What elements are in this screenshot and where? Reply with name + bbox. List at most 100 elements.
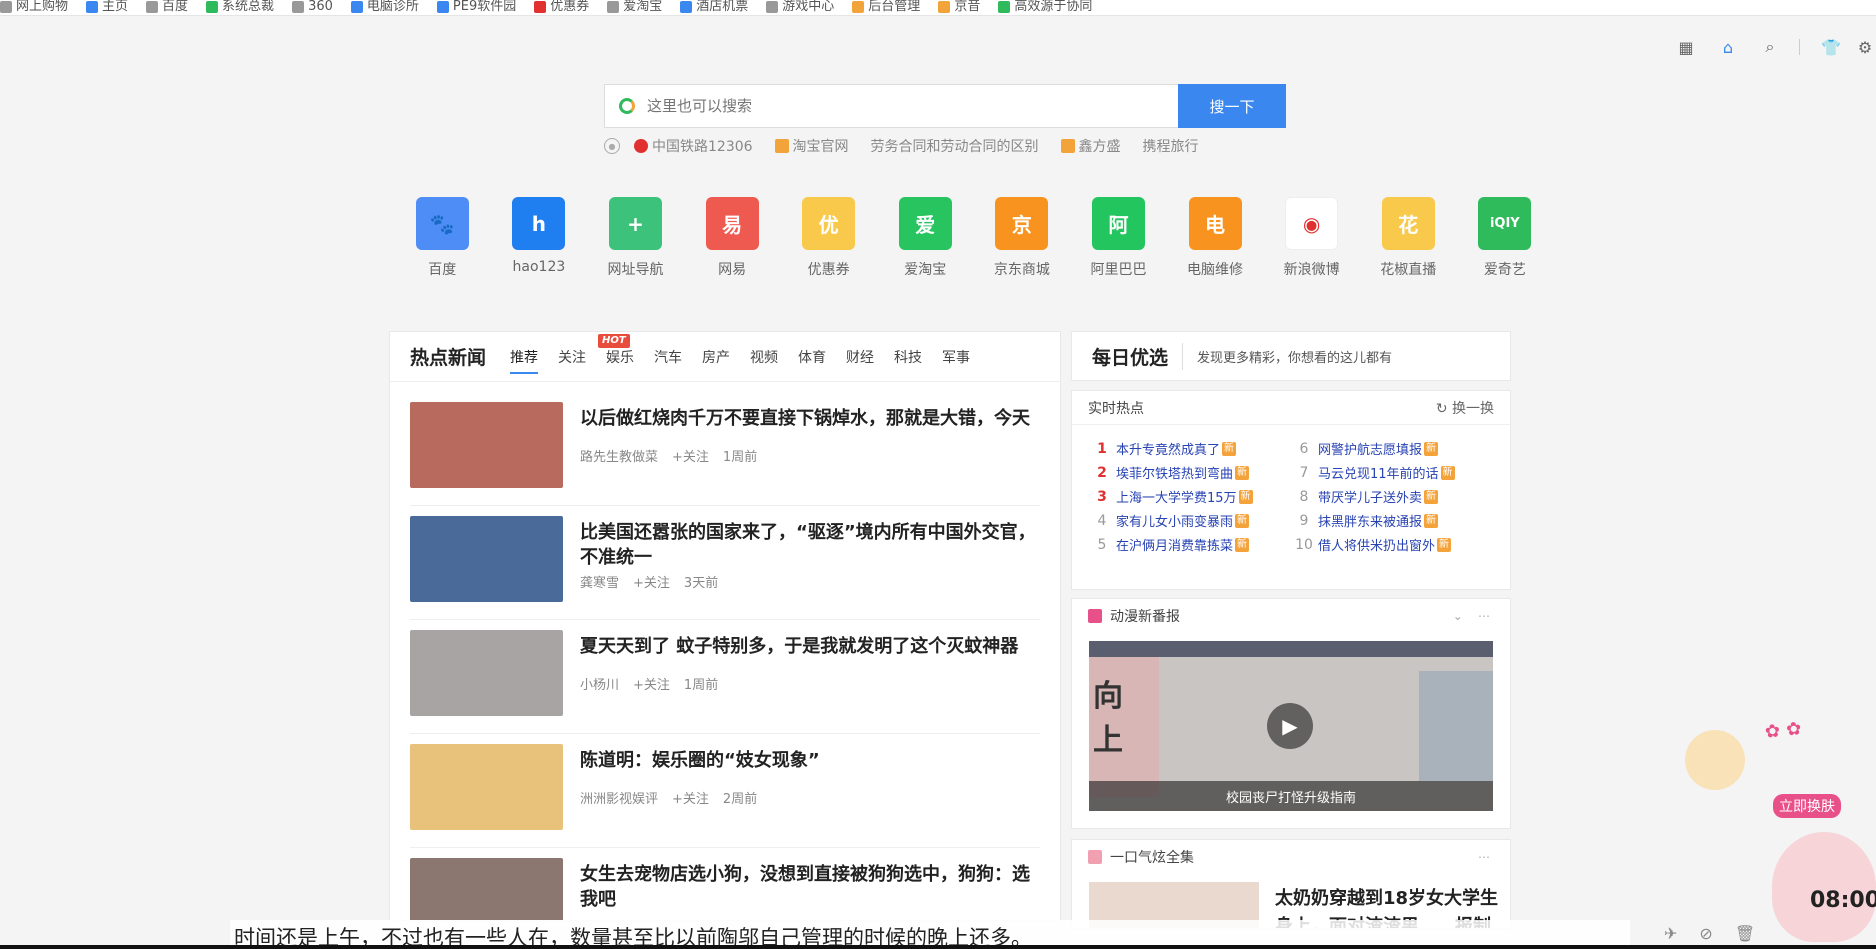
news-tab[interactable]: 娱乐 HOT bbox=[598, 332, 634, 382]
bookmark-item[interactable]: PE9软件园 bbox=[436, 0, 516, 14]
news-tab[interactable]: 关注 bbox=[558, 332, 586, 382]
bookmark-icon bbox=[998, 1, 1011, 13]
hot-item[interactable]: 6 网警护航志愿填报新 bbox=[1294, 439, 1439, 458]
hot-item[interactable]: 1 本升专竟然成真了新 bbox=[1092, 439, 1237, 458]
search-icon[interactable]: ⌕ bbox=[1759, 36, 1781, 58]
bookmark-item[interactable]: 优惠券 bbox=[534, 0, 589, 14]
bookmark-label: 高效源于协同 bbox=[1014, 0, 1093, 14]
hotlink-ctrip[interactable]: 携程旅行 bbox=[1143, 136, 1199, 156]
hot-item[interactable]: 3 上海一大学学费15万新 bbox=[1092, 487, 1253, 506]
app-label: 百度 bbox=[428, 262, 457, 278]
app-shortcut[interactable]: + 网址导航 bbox=[587, 197, 684, 279]
news-tab[interactable]: 军事 bbox=[942, 332, 970, 382]
rocket-icon[interactable]: ✈ bbox=[1664, 924, 1677, 943]
bookmark-item[interactable]: 京音 bbox=[938, 0, 980, 14]
search-button[interactable]: 搜一下 bbox=[1178, 84, 1286, 128]
play-icon[interactable]: ▶ bbox=[1267, 703, 1313, 749]
search-input[interactable] bbox=[647, 97, 1147, 115]
news-tab[interactable]: 财经 bbox=[846, 332, 874, 382]
apps-grid-icon[interactable]: ▦ bbox=[1675, 36, 1697, 58]
news-thumb[interactable] bbox=[410, 402, 563, 488]
app-shortcut[interactable]: 阿阿里巴巴 bbox=[1070, 197, 1167, 279]
bookmark-item[interactable]: 后台管理 bbox=[852, 0, 920, 14]
hot-item[interactable]: 7 马云兑现11年前的话新 bbox=[1294, 463, 1455, 482]
news-title-link[interactable]: 比美国还嚣张的国家来了，“驱逐”境内所有中国外交官，不准统一 bbox=[580, 520, 1040, 570]
skin-icon[interactable]: 👕 bbox=[1820, 36, 1842, 58]
news-tab-label: 视频 bbox=[750, 349, 779, 366]
news-tab[interactable]: 推荐 bbox=[510, 332, 539, 382]
news-tab[interactable]: 视频 bbox=[750, 332, 778, 382]
trash-icon[interactable]: 🗑 bbox=[1735, 924, 1755, 943]
hotlink-taobao[interactable]: 淘宝官网 bbox=[774, 136, 849, 156]
bookmark-item[interactable]: 酒店机票 bbox=[680, 0, 748, 14]
home-icon[interactable]: ⌂ bbox=[1717, 36, 1739, 58]
bookmark-item[interactable]: 主页 bbox=[86, 0, 128, 14]
app-shortcut[interactable]: 优优惠券 bbox=[780, 197, 877, 279]
news-tab[interactable]: 汽车 bbox=[654, 332, 682, 382]
app-shortcut[interactable]: 易网易 bbox=[684, 197, 781, 279]
news-tab[interactable]: 房产 bbox=[702, 332, 730, 382]
app-shortcut[interactable]: 京京东商城 bbox=[974, 197, 1071, 279]
news-follow[interactable]: +关注 bbox=[633, 576, 670, 591]
collapse-icon[interactable]: ⌄ ⋯ bbox=[1453, 609, 1490, 623]
news-thumb[interactable] bbox=[410, 744, 563, 830]
bookmark-label: 京音 bbox=[954, 0, 981, 14]
bookmark-item[interactable]: 系统总裁 bbox=[206, 0, 274, 14]
clean-icon[interactable]: ⊘ bbox=[1699, 924, 1712, 943]
news-item[interactable]: 比美国还嚣张的国家来了，“驱逐”境内所有中国外交官，不准统一 龚寒雪 +关注 3天前 bbox=[410, 506, 1040, 620]
hot-item[interactable]: 8 带厌学儿子送外卖新 bbox=[1294, 487, 1439, 506]
bookmark-item[interactable]: 高效源于协同 bbox=[998, 0, 1092, 14]
news-item[interactable]: 夏天天到了 蚊子特别多，于是我就发明了这个灭蚊神器小杨川 +关注 1周前 bbox=[410, 620, 1040, 734]
news-title-link[interactable]: 陈道明：娱乐圈的“妓女现象” bbox=[580, 748, 1040, 773]
hotlink-xinfangsheng[interactable]: 鑫方盛 bbox=[1060, 136, 1121, 156]
news-title-link[interactable]: 夏天天到了 蚊子特别多，于是我就发明了这个灭蚊神器 bbox=[580, 634, 1040, 659]
hot-item[interactable]: 10 借人将供米扔出窗外新 bbox=[1294, 535, 1452, 554]
app-shortcut[interactable]: h hao123 bbox=[491, 197, 588, 279]
news-thumb[interactable] bbox=[410, 516, 563, 602]
bookmark-label: 爱淘宝 bbox=[623, 0, 663, 14]
hot-item[interactable]: 9 抹黑胖东来被通报新 bbox=[1294, 511, 1439, 530]
search-bar: 搜一下 bbox=[604, 84, 1286, 128]
app-shortcut[interactable]: 爱爱淘宝 bbox=[877, 197, 974, 279]
news-follow[interactable]: +关注 bbox=[672, 450, 709, 465]
news-meta: 小杨川 +关注 1周前 bbox=[580, 674, 732, 693]
hotlink-12306[interactable]: 中国铁路12306 bbox=[634, 136, 753, 156]
cartoon-headline[interactable]: 太奶奶穿越到18岁女大学生 bbox=[1275, 884, 1498, 910]
news-item[interactable]: 女生去宠物店选小狗，没想到直接被狗狗选中，狗狗：选我吧 bbox=[410, 848, 1040, 920]
bookmark-item[interactable]: 游戏中心 bbox=[766, 0, 834, 14]
news-thumb[interactable] bbox=[410, 630, 563, 716]
bookmark-label: 360 bbox=[308, 0, 333, 14]
app-shortcut[interactable]: 🐾 百度 bbox=[394, 197, 491, 279]
app-shortcut[interactable]: 花花椒直播 bbox=[1360, 197, 1457, 279]
news-tab[interactable]: 科技 bbox=[894, 332, 922, 382]
news-item[interactable]: 以后做红烧肉千万不要直接下锅焯水，那就是大错，今天 路先生教做菜 +关注 1周前 bbox=[410, 392, 1040, 506]
news-tab[interactable]: 体育 bbox=[798, 332, 826, 382]
bookmark-item[interactable]: 电脑诊所 bbox=[350, 0, 419, 14]
bookmark-item[interactable]: 百度 bbox=[146, 0, 188, 14]
anime-video[interactable]: 向 上 ▶ 校园丧尸打怪升级指南 bbox=[1089, 641, 1493, 811]
news-follow[interactable]: +关注 bbox=[633, 678, 670, 693]
app-shortcut[interactable]: iQIY 爱奇艺 bbox=[1457, 197, 1554, 279]
app-shortcut[interactable]: 电电脑维修 bbox=[1167, 197, 1264, 279]
hot-item[interactable]: 2 埃菲尔铁塔热到弯曲新 bbox=[1092, 463, 1250, 482]
bookmark-item[interactable]: 360 bbox=[292, 0, 333, 14]
skin-promo-button[interactable]: 立即换肤 bbox=[1773, 794, 1841, 818]
hotlink-contract[interactable]: 劳务合同和劳动合同的区别 bbox=[871, 136, 1039, 156]
more-icon[interactable]: ⋯ bbox=[1478, 850, 1490, 864]
bookmark-item[interactable]: 爱淘宝 bbox=[607, 0, 662, 14]
hot-item[interactable]: 4 家有儿女小雨变暴雨新 bbox=[1092, 511, 1250, 530]
news-follow[interactable]: +关注 bbox=[672, 792, 709, 807]
app-shortcut[interactable]: ◉ 新浪微博 bbox=[1263, 197, 1360, 279]
eye-icon[interactable]: ● bbox=[604, 138, 620, 154]
pig-widget[interactable] bbox=[1772, 832, 1876, 942]
settings-icon[interactable]: ⚙ bbox=[1854, 36, 1876, 58]
hotlink-label: 携程旅行 bbox=[1142, 139, 1199, 155]
hot-item[interactable]: 5 在沪俩月消费靠拣菜新 bbox=[1092, 535, 1250, 554]
news-title-link[interactable]: 女生去宠物店选小狗，没想到直接被狗狗选中，狗狗：选我吧 bbox=[580, 862, 1040, 912]
news-item[interactable]: 陈道明：娱乐圈的“妓女现象” 洲洲影视娱评 +关注 2周前 bbox=[410, 734, 1040, 848]
news-thumb[interactable] bbox=[410, 858, 563, 920]
refresh-button[interactable]: ↻ 换一换 bbox=[1436, 398, 1494, 418]
new-badge: 新 bbox=[1440, 465, 1455, 480]
bookmark-item[interactable]: 网上购物 bbox=[0, 0, 68, 14]
news-title-link[interactable]: 以后做红烧肉千万不要直接下锅焯水，那就是大错，今天 bbox=[580, 406, 1040, 431]
